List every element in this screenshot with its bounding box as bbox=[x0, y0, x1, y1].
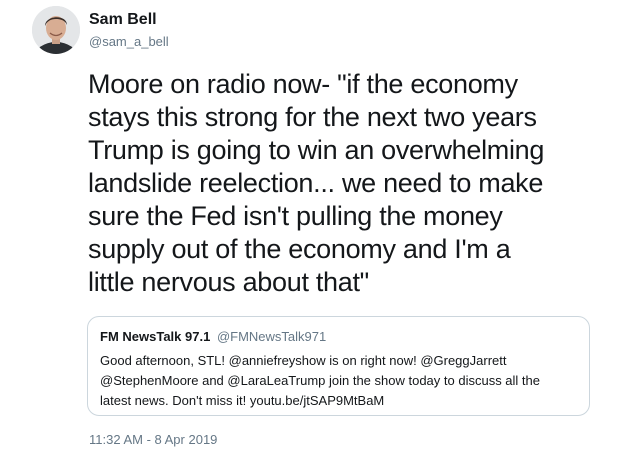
tweet-card: Sam Bell @sam_a_bell Moore on radio now-… bbox=[0, 0, 622, 459]
quoted-text-line: Good afternoon, STL! @anniefreyshow is o… bbox=[100, 353, 507, 368]
tweet-text-line: supply out of the economy and I'm a bbox=[88, 234, 511, 264]
quoted-tweet-text: Good afternoon, STL! @anniefreyshow is o… bbox=[100, 351, 540, 411]
tweet-text-line: stays this strong for the next two years bbox=[88, 102, 537, 132]
tweet-text-line: sure the Fed isn't pulling the money bbox=[88, 201, 503, 231]
tweet-text-line: little nervous about that" bbox=[88, 267, 369, 297]
tweet-timestamp[interactable]: 11:32 AM - 8 Apr 2019 bbox=[89, 432, 217, 448]
tweet-text-line: landslide reelection... we need to make bbox=[88, 168, 544, 198]
quoted-author-handle: @FMNewsTalk971 bbox=[216, 329, 327, 344]
user-avatar-icon bbox=[32, 6, 80, 54]
avatar[interactable] bbox=[32, 6, 80, 54]
tweet-text-line: Moore on radio now- "if the economy bbox=[88, 69, 518, 99]
author-name[interactable]: Sam Bell bbox=[89, 11, 157, 29]
quoted-tweet-header: FM NewsTalk 97.1 @FMNewsTalk971 bbox=[100, 329, 326, 345]
quoted-tweet[interactable]: FM NewsTalk 97.1 @FMNewsTalk971 Good aft… bbox=[87, 316, 590, 416]
tweet-text-line: Trump is going to win an overwhelming bbox=[88, 135, 545, 165]
tweet-text: Moore on radio now- "if the economy stay… bbox=[88, 68, 603, 299]
quoted-author-name: FM NewsTalk 97.1 bbox=[100, 329, 211, 344]
quoted-text-line: @StephenMoore and @LaraLeaTrump join the… bbox=[100, 373, 540, 388]
quoted-text-line: latest news. Don't miss it! youtu.be/jtS… bbox=[100, 393, 385, 408]
author-handle[interactable]: @sam_a_bell bbox=[89, 34, 169, 50]
